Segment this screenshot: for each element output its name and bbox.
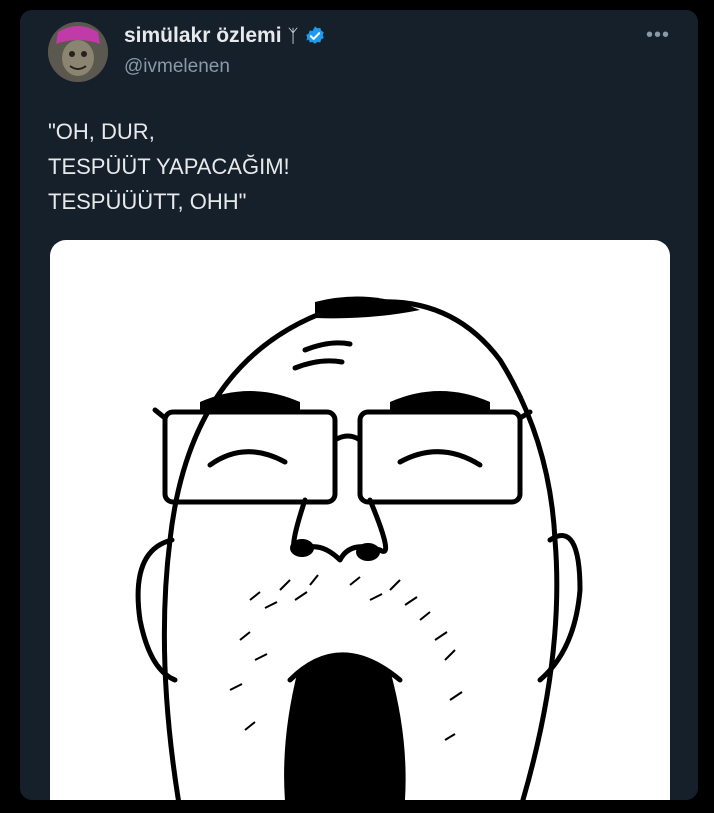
meme-face-drawing — [135, 296, 583, 800]
avatar[interactable] — [48, 22, 108, 82]
tweet-text: "OH, DUR, TESPÜÜT YAPACAĞIM! TESPÜÜÜTT, … — [48, 119, 290, 214]
verified-badge-icon — [306, 26, 325, 44]
display-name[interactable]: simülakr özlemi — [124, 24, 282, 48]
tweet-card[interactable]: simülakr özlemi ᛉ @ivmelenen ••• "OH, DU… — [20, 10, 698, 800]
more-options-icon[interactable]: ••• — [646, 24, 670, 47]
tweet-media-image[interactable] — [50, 240, 670, 800]
avatar-image — [48, 22, 108, 82]
name-emoji: ᛉ — [287, 25, 299, 46]
author-name-row: simülakr özlemi ᛉ — [124, 24, 326, 48]
author-handle[interactable]: @ivmelenen — [124, 56, 230, 78]
